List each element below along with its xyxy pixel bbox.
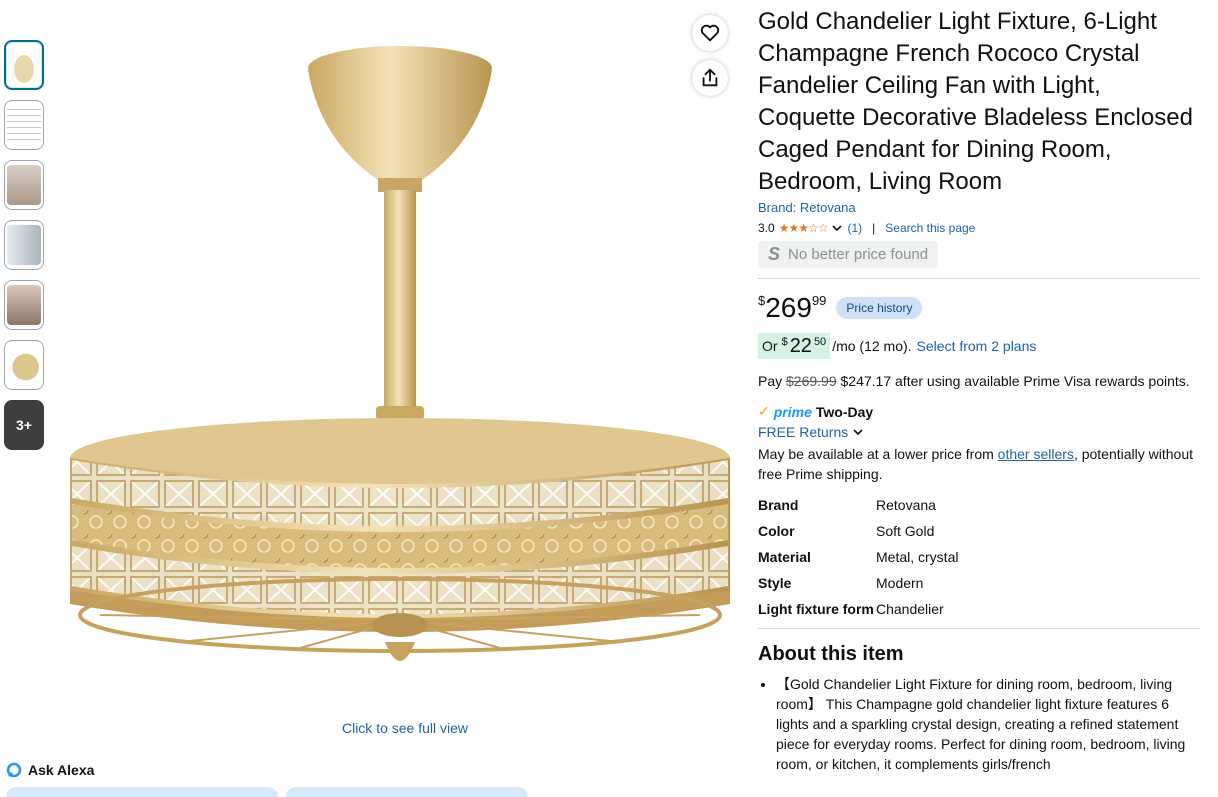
- price-history-button[interactable]: Price history: [836, 297, 923, 319]
- more-images-button[interactable]: 3+: [4, 400, 44, 450]
- prime-delivery: ✓ prime Two-Day: [758, 403, 1200, 420]
- search-page-link[interactable]: Search this page: [885, 221, 975, 235]
- spec-row: Style Modern: [758, 570, 958, 596]
- price: $ 269 99: [758, 293, 826, 323]
- monthly-price-box: Or $ 22 50: [758, 333, 831, 359]
- more-images-label: 3+: [16, 417, 32, 433]
- wishlist-button[interactable]: [692, 15, 728, 51]
- rating-value: 3.0: [758, 221, 775, 235]
- thumbnail-5[interactable]: [4, 280, 44, 330]
- thumbnail-3[interactable]: [4, 160, 44, 210]
- other-sellers-link[interactable]: other sellers: [998, 446, 1074, 462]
- monthly-symbol: $: [781, 336, 788, 348]
- spec-value: Soft Gold: [876, 523, 935, 539]
- price-row: $ 269 99 Price history: [758, 293, 1200, 323]
- spec-key: Color: [758, 523, 795, 539]
- spec-row: Color Soft Gold: [758, 518, 958, 544]
- thumbnail-image: [7, 225, 41, 265]
- thumbnail-strip: 3+: [4, 40, 44, 460]
- prime-logo: prime: [773, 403, 812, 420]
- spec-value: Metal, crystal: [876, 549, 959, 565]
- thumbnail-1[interactable]: [4, 40, 44, 90]
- product-specs-table: Brand Retovana Color Soft Gold Material Met…: [758, 492, 958, 622]
- free-returns-link[interactable]: FREE Returns: [758, 424, 1200, 440]
- heart-icon: [700, 24, 720, 42]
- select-plans-link[interactable]: Select from 2 plans: [917, 338, 1037, 354]
- thumbnail-image: [7, 105, 41, 145]
- thumbnail-6[interactable]: [4, 340, 44, 390]
- spec-key: Material: [758, 549, 811, 565]
- monthly-fraction: 50: [813, 336, 827, 348]
- rewards-pay-text: Pay $269.99 $247.17 after using availabl…: [758, 373, 1200, 389]
- alexa-suggestion-pill[interactable]: [286, 787, 528, 797]
- pay-prefix: Pay: [758, 373, 783, 389]
- spec-value: Chandelier: [876, 601, 944, 617]
- thumbnail-image: [7, 165, 41, 205]
- lower-price-note: May be available at a lower price from o…: [758, 444, 1200, 484]
- thumbnail-2[interactable]: [4, 100, 44, 150]
- product-main-image[interactable]: [60, 30, 740, 690]
- chevron-down-icon[interactable]: [831, 222, 843, 234]
- about-heading: About this item: [758, 643, 904, 665]
- brand-link[interactable]: Brand: Retovana: [758, 200, 1200, 215]
- prime-speed: Two-Day: [815, 403, 874, 420]
- spec-key: Light fixture form: [758, 601, 874, 617]
- full-view-link[interactable]: Click to see full view: [320, 720, 490, 736]
- product-title: Gold Chandelier Light Fixture, 6-Light C…: [758, 8, 1193, 195]
- share-icon: [702, 68, 718, 87]
- spec-row: Material Metal, crystal: [758, 544, 958, 570]
- price-symbol: $: [758, 293, 766, 308]
- about-bullet: 【Gold Chandelier Light Fixture for dinin…: [776, 674, 1200, 774]
- spec-value: Modern: [876, 575, 924, 591]
- spec-row: Light fixture form Chandelier: [758, 596, 958, 622]
- rating-count-link[interactable]: (1): [847, 221, 862, 235]
- monthly-suffix: /mo (12 mo).: [832, 338, 912, 354]
- no-better-price-text: No better price found: [788, 246, 929, 263]
- divider: [758, 628, 1200, 629]
- alexa-icon: [6, 762, 22, 778]
- pay-suffix: $247.17 after using available Prime Visa…: [840, 373, 1190, 389]
- thumbnail-4[interactable]: [4, 220, 44, 270]
- price-fraction: 99: [811, 293, 827, 308]
- alexa-suggestion-pill[interactable]: [6, 787, 278, 797]
- spec-value: Retovana: [876, 497, 936, 513]
- rating-row: 3.0 ★★★☆☆ (1) | Search this page: [758, 221, 1200, 235]
- monthly-or: Or: [762, 338, 778, 354]
- separator: |: [872, 221, 876, 235]
- thumbnail-image: [7, 45, 41, 85]
- price-tracker-icon: S: [768, 244, 781, 264]
- ask-alexa-label: Ask Alexa: [28, 762, 95, 778]
- spec-key: Style: [758, 575, 792, 591]
- star-rating-icon[interactable]: ★★★☆☆: [779, 221, 829, 235]
- alexa-suggestions: [6, 787, 536, 797]
- pay-strike-price: $269.99: [786, 373, 837, 389]
- prime-check-icon: ✓: [758, 403, 770, 419]
- price-tracker-badge[interactable]: S No better price found: [758, 241, 939, 268]
- monthly-payment-row: Or $ 22 50 /mo (12 mo). Select from 2 pl…: [758, 333, 1200, 359]
- thumbnail-image: [7, 285, 41, 325]
- share-button[interactable]: [692, 60, 728, 96]
- about-bullets: 【Gold Chandelier Light Fixture for dinin…: [758, 674, 1200, 774]
- free-returns-label: FREE Returns: [758, 424, 849, 440]
- spec-row: Brand Retovana: [758, 492, 958, 518]
- price-whole: 269: [765, 292, 812, 323]
- product-details: Gold Chandelier Light Fixture, 6-Light C…: [758, 6, 1200, 774]
- thumbnail-image: [7, 345, 41, 385]
- lower-text-1: May be available at a lower price from: [758, 446, 994, 462]
- chevron-down-icon: [853, 429, 863, 436]
- spec-key: Brand: [758, 497, 799, 513]
- monthly-whole: 22: [789, 335, 812, 357]
- ask-alexa[interactable]: Ask Alexa: [6, 762, 94, 778]
- divider: [758, 278, 1200, 279]
